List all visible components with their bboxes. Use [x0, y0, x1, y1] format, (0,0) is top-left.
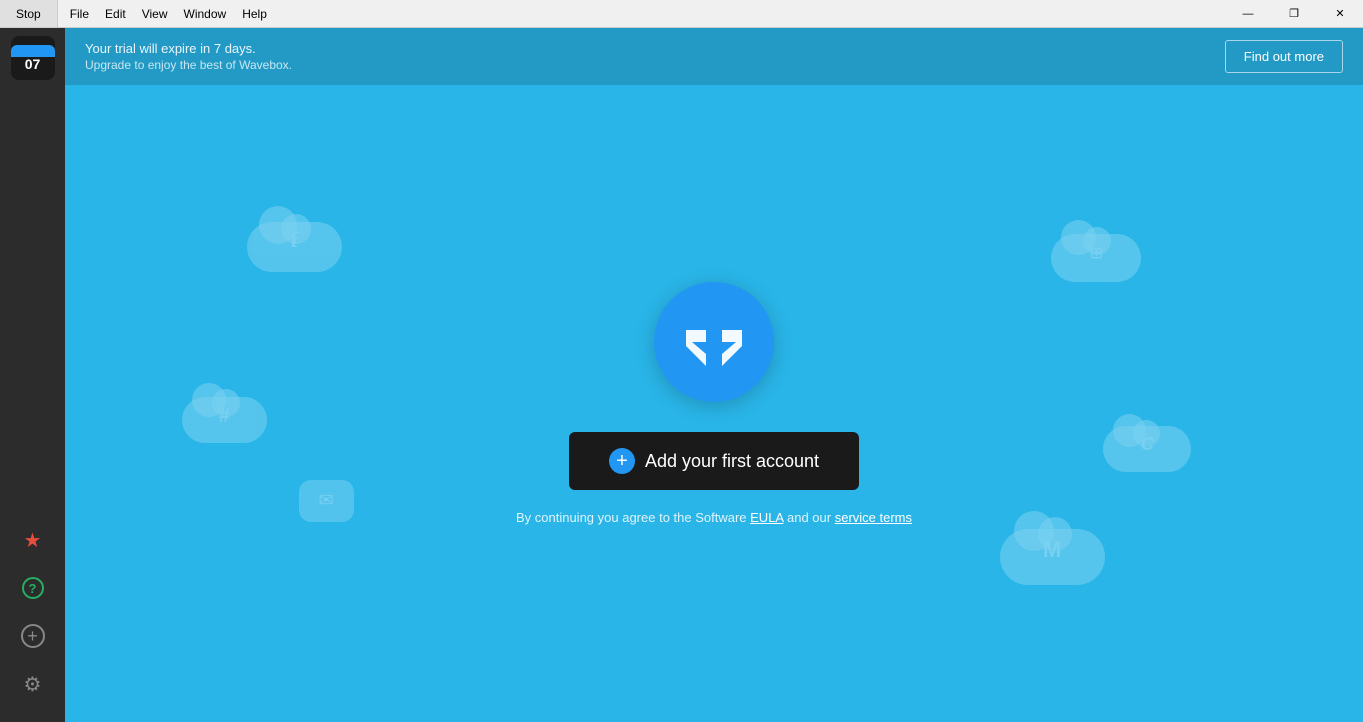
menu-window[interactable]: Window	[176, 0, 235, 27]
service-terms-link[interactable]: service terms	[835, 510, 912, 525]
app-container: 07 ★ ? + ⚙ Your trial will expire in 7 d…	[0, 28, 1363, 722]
wavebox-logo-svg	[679, 307, 749, 377]
mail-cloud-icon: ✉	[299, 480, 354, 522]
menu-file[interactable]: File	[62, 0, 97, 27]
facebook-cloud-icon: f	[247, 200, 342, 272]
stop-button[interactable]: Stop	[0, 0, 58, 27]
minimize-button[interactable]: —	[1225, 0, 1271, 27]
sidebar: 07 ★ ? + ⚙	[0, 28, 65, 722]
legal-mid: and our	[783, 510, 834, 525]
help-icon: ?	[22, 577, 44, 599]
title-bar: Stop File Edit View Window Help — ❐ ✕	[0, 0, 1363, 28]
center-area: f #	[65, 85, 1363, 722]
sidebar-favorites-icon[interactable]: ★	[11, 518, 55, 562]
gear-icon: ⚙	[24, 672, 42, 697]
trial-expiry-text: Your trial will expire in 7 days.	[85, 41, 292, 56]
menu-edit[interactable]: Edit	[97, 0, 134, 27]
add-circle-icon: +	[21, 624, 45, 648]
menu-bar: File Edit View Window Help	[58, 0, 279, 27]
main-content: Your trial will expire in 7 days. Upgrad…	[65, 28, 1363, 722]
gmail-cloud-icon: M	[1000, 505, 1105, 585]
star-icon: ★	[24, 528, 42, 553]
office-cloud-icon: ⊞	[1051, 212, 1141, 282]
slack-cloud-icon: #	[182, 378, 267, 443]
trial-text-block: Your trial will expire in 7 days. Upgrad…	[85, 41, 292, 72]
menu-help[interactable]: Help	[234, 0, 275, 27]
find-out-more-button[interactable]: Find out more	[1225, 40, 1343, 73]
maximize-button[interactable]: ❐	[1271, 0, 1317, 27]
sidebar-add-icon[interactable]: +	[11, 614, 55, 658]
eula-link[interactable]: EULA	[750, 510, 783, 525]
sidebar-help-icon[interactable]: ?	[11, 566, 55, 610]
calendar-day: 07	[25, 57, 41, 71]
add-account-label: Add your first account	[645, 451, 819, 472]
sidebar-calendar-icon[interactable]: 07	[11, 36, 55, 80]
legal-prefix: By continuing you agree to the Software	[516, 510, 750, 525]
add-account-button[interactable]: + Add your first account	[569, 432, 859, 490]
trial-banner: Your trial will expire in 7 days. Upgrad…	[65, 28, 1363, 85]
campaignmonitor-cloud-icon: C	[1103, 404, 1191, 472]
trial-upgrade-text: Upgrade to enjoy the best of Wavebox.	[85, 58, 292, 72]
close-button[interactable]: ✕	[1317, 0, 1363, 27]
add-plus-icon: +	[609, 448, 635, 474]
wavebox-logo	[654, 282, 774, 402]
legal-text: By continuing you agree to the Software …	[516, 510, 912, 525]
app-body: 07 ★ ? + ⚙ Your trial will expire in 7 d…	[0, 28, 1363, 722]
window-controls: — ❐ ✕	[1225, 0, 1363, 27]
menu-view[interactable]: View	[134, 0, 176, 27]
sidebar-settings-icon[interactable]: ⚙	[11, 662, 55, 706]
